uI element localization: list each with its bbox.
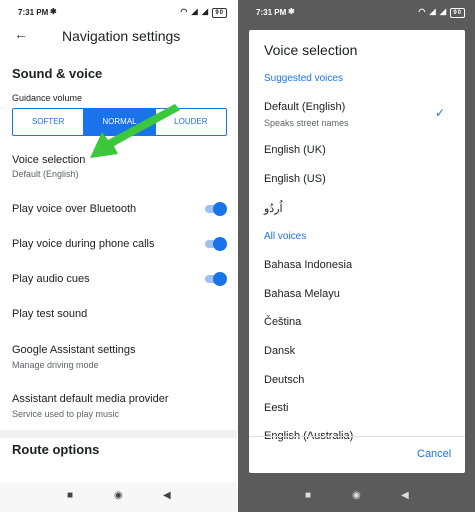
media-provider-sub: Service used to play music bbox=[12, 409, 120, 419]
dialog-divider bbox=[249, 436, 465, 437]
system-nav-bar: ■ ◉ ◀ bbox=[0, 482, 237, 512]
voice-option-sub: Speaks street names bbox=[264, 118, 349, 128]
play-test-sound-item[interactable]: Play test sound bbox=[12, 308, 87, 320]
voice-option-urdu[interactable]: اُردُو bbox=[264, 202, 283, 215]
section-divider bbox=[0, 430, 237, 438]
voice-option-default-english[interactable]: Default (English) bbox=[264, 101, 345, 113]
google-assistant-settings-item[interactable]: Google Assistant settings bbox=[12, 344, 136, 356]
status-icons: ◠ ◢ ◢ 90 bbox=[418, 7, 465, 18]
bluetooth-voice-toggle[interactable] bbox=[203, 202, 227, 216]
audio-cues-toggle[interactable] bbox=[203, 272, 227, 286]
signal-icon: ◢ bbox=[191, 7, 199, 16]
wifi-icon: ◠ bbox=[418, 7, 427, 16]
voice-option-deutsch[interactable]: Deutsch bbox=[264, 374, 304, 386]
volume-louder-button[interactable]: LOUDER bbox=[154, 109, 226, 135]
status-icons: ◠ ◢ ◢ 90 bbox=[180, 7, 227, 18]
nav-triangle-icon[interactable]: ◀ bbox=[163, 490, 171, 501]
voice-selection-value: Default (English) bbox=[12, 169, 79, 179]
voice-selection-dialog: Voice selection Suggested voices Default… bbox=[249, 30, 465, 473]
volume-softer-button[interactable]: SOFTER bbox=[13, 109, 83, 135]
suggested-voices-heading: Suggested voices bbox=[264, 73, 343, 84]
signal-icon: ◢ bbox=[439, 7, 448, 16]
guidance-volume-selector: SOFTER NORMAL LOUDER bbox=[12, 108, 227, 136]
signal-icon: ◢ bbox=[429, 7, 437, 16]
status-time: 7:31 PM bbox=[256, 8, 287, 17]
voice-option-bahasa-melayu[interactable]: Bahasa Melayu bbox=[264, 288, 340, 300]
signal-icon: ◢ bbox=[201, 7, 210, 16]
voice-option-english-us[interactable]: English (US) bbox=[264, 173, 326, 185]
battery-icon: 90 bbox=[212, 8, 227, 18]
dialog-title: Voice selection bbox=[264, 42, 358, 58]
voice-selection-screen: 7:31 PM ✱ ◠ ◢ ◢ 90 Voice selection Sugge… bbox=[238, 0, 475, 512]
gear-icon: ✱ bbox=[50, 7, 57, 16]
nav-circle-icon[interactable]: ◉ bbox=[114, 490, 123, 501]
voice-option-eesti[interactable]: Eesti bbox=[264, 402, 288, 414]
section-heading-sound-voice: Sound & voice bbox=[12, 66, 103, 81]
status-bar: 7:31 PM ✱ ◠ ◢ ◢ 90 bbox=[238, 0, 475, 24]
google-assistant-settings-sub: Manage driving mode bbox=[12, 360, 99, 370]
top-app-bar: ← Navigation settings bbox=[0, 24, 237, 50]
voice-option-english-uk[interactable]: English (UK) bbox=[264, 144, 326, 156]
nav-square-icon[interactable]: ■ bbox=[305, 490, 311, 501]
status-time: 7:31 PM bbox=[18, 8, 49, 17]
phone-calls-voice-toggle[interactable] bbox=[203, 237, 227, 251]
phone-calls-voice-label: Play voice during phone calls bbox=[12, 238, 155, 250]
voice-option-dansk[interactable]: Dansk bbox=[264, 345, 295, 357]
page-title: Navigation settings bbox=[62, 28, 181, 44]
section-heading-route-options: Route options bbox=[12, 442, 100, 457]
nav-square-icon[interactable]: ■ bbox=[67, 490, 73, 501]
voice-selection-item[interactable]: Voice selection bbox=[12, 154, 85, 166]
wifi-icon: ◠ bbox=[180, 7, 189, 16]
navigation-settings-screen: 7:31 PM ✱ ◠ ◢ ◢ 90 ← Navigation settings… bbox=[0, 0, 237, 512]
nav-circle-icon[interactable]: ◉ bbox=[352, 490, 361, 501]
guidance-volume-label: Guidance volume bbox=[12, 93, 83, 103]
cancel-button[interactable]: Cancel bbox=[417, 448, 451, 460]
media-provider-item[interactable]: Assistant default media provider bbox=[12, 393, 169, 405]
check-icon: ✓ bbox=[435, 106, 446, 120]
battery-icon: 90 bbox=[450, 8, 465, 18]
all-voices-heading: All voices bbox=[264, 231, 307, 242]
audio-cues-label: Play audio cues bbox=[12, 273, 90, 285]
back-arrow-icon[interactable]: ← bbox=[14, 26, 28, 42]
gear-icon: ✱ bbox=[288, 7, 295, 16]
system-nav-bar: ■ ◉ ◀ bbox=[238, 482, 475, 512]
voice-option-bahasa-indonesia[interactable]: Bahasa Indonesia bbox=[264, 259, 352, 271]
bluetooth-voice-label: Play voice over Bluetooth bbox=[12, 203, 137, 215]
volume-normal-button[interactable]: NORMAL bbox=[83, 109, 155, 135]
nav-triangle-icon[interactable]: ◀ bbox=[401, 490, 409, 501]
status-bar: 7:31 PM ✱ ◠ ◢ ◢ 90 bbox=[0, 0, 237, 24]
voice-option-cestina[interactable]: Čeština bbox=[264, 316, 301, 328]
